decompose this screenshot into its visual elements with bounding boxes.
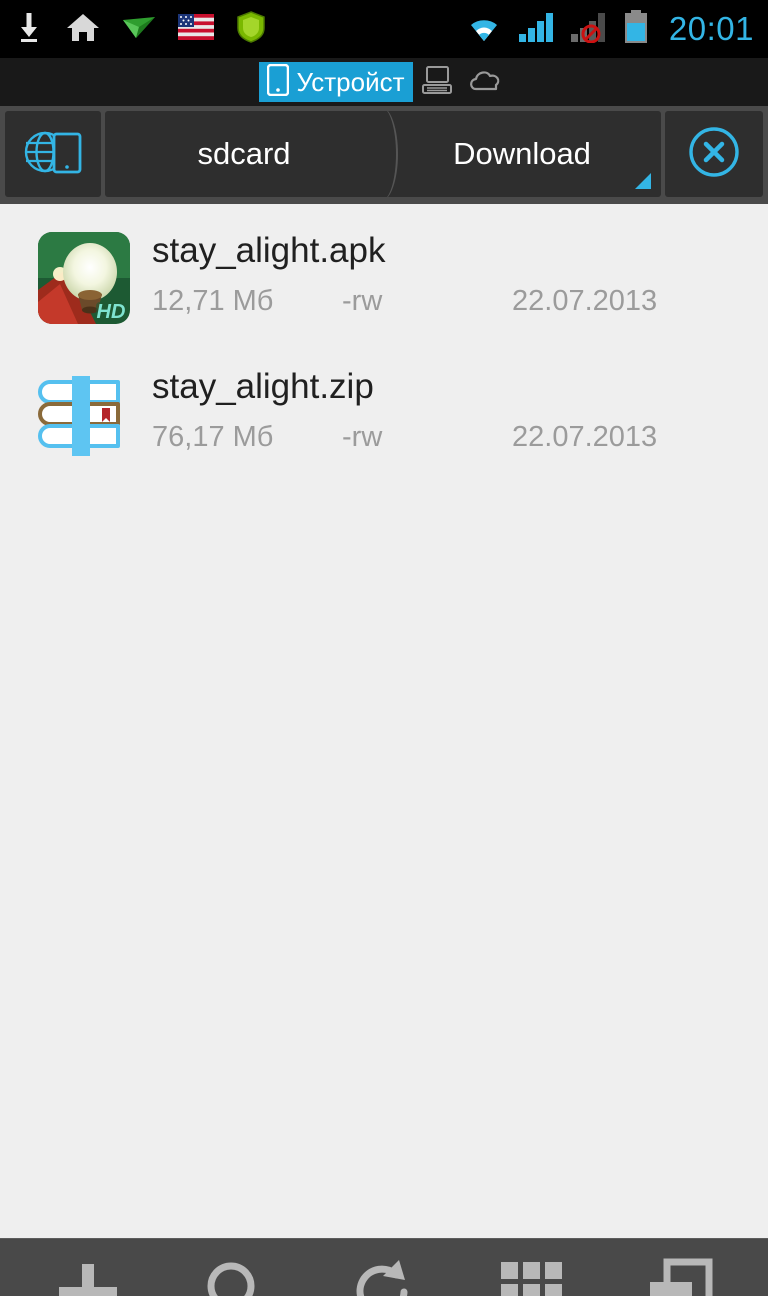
file-size: 12,71 Мб: [152, 285, 274, 317]
status-bar-right-icons: 20:01: [463, 9, 754, 49]
signal-sim2-disabled-icon: [569, 11, 611, 48]
breadcrumb-item-sdcard[interactable]: sdcard: [105, 111, 383, 197]
breadcrumb-label: sdcard: [197, 136, 291, 171]
locations-button[interactable]: [5, 111, 101, 197]
tab-device-label: Устройст: [296, 67, 405, 97]
search-button[interactable]: [181, 1247, 291, 1296]
file-name: stay_alight.zip: [152, 367, 374, 406]
refresh-button[interactable]: [329, 1247, 439, 1296]
us-flag-icon: [178, 13, 214, 45]
apk-app-icon: HD: [36, 230, 132, 326]
home-icon: [66, 11, 100, 48]
file-manager-screen: 20:01 Устройст sdcard Download HD stay_a…: [0, 0, 768, 1296]
grid-icon: [499, 1260, 565, 1296]
view-mode-button[interactable]: [477, 1247, 587, 1296]
tab-device[interactable]: Устройст: [259, 62, 413, 102]
file-details: stay_alight.zip 76,17 Мб -rw 22.07.2013: [132, 364, 746, 458]
refresh-icon: [347, 1256, 421, 1296]
breadcrumb: sdcard Download: [105, 111, 661, 197]
tab-computer[interactable]: [420, 65, 454, 99]
download-icon: [14, 11, 44, 48]
search-icon: [199, 1256, 273, 1296]
file-row[interactable]: HD stay_alight.apk 12,71 Мб -rw 22.07.20…: [0, 216, 768, 352]
tab-bar: Устройст: [0, 58, 768, 106]
svg-text:HD: HD: [97, 301, 126, 323]
battery-icon: [623, 9, 649, 49]
signal-sim1-icon: [517, 11, 557, 48]
breadcrumb-label: Download: [453, 136, 591, 171]
file-meta: 12,71 Мб -rw 22.07.2013: [152, 280, 746, 322]
status-bar: 20:01: [0, 0, 768, 58]
file-details: stay_alight.apk 12,71 Мб -rw 22.07.2013: [132, 228, 746, 322]
shield-icon: [236, 10, 266, 48]
tabs-button[interactable]: [625, 1247, 735, 1296]
computer-icon: [421, 65, 453, 100]
file-list: HD stay_alight.apk 12,71 Мб -rw 22.07.20…: [0, 204, 768, 1238]
windows-icon: [645, 1258, 715, 1296]
bottom-toolbar: [0, 1238, 768, 1296]
path-bar: sdcard Download: [0, 106, 768, 204]
status-clock: 20:01: [668, 10, 754, 47]
file-size: 76,17 Мб: [152, 421, 274, 453]
breadcrumb-item-download[interactable]: Download: [383, 111, 661, 197]
wifi-icon: [463, 11, 505, 48]
paper-plane-icon: [122, 12, 156, 47]
close-circle-icon: [685, 123, 743, 186]
file-permissions: -rw: [342, 285, 383, 317]
file-permissions: -rw: [342, 421, 383, 453]
cloud-icon: [467, 67, 503, 98]
close-tab-button[interactable]: [665, 111, 763, 197]
globe-device-icon: [23, 125, 83, 184]
file-date: 22.07.2013: [512, 285, 658, 317]
file-row[interactable]: stay_alight.zip 76,17 Мб -rw 22.07.2013: [0, 352, 768, 488]
plus-icon: [51, 1256, 125, 1296]
status-bar-left-icons: [14, 10, 266, 48]
new-button[interactable]: [33, 1247, 143, 1296]
file-meta: 76,17 Мб -rw 22.07.2013: [152, 416, 746, 458]
file-date: 22.07.2013: [512, 421, 658, 453]
current-folder-marker-icon: [635, 173, 651, 189]
file-name: stay_alight.apk: [152, 231, 386, 270]
tab-cloud[interactable]: [468, 65, 502, 99]
archive-books-icon: [36, 366, 132, 462]
phone-icon: [267, 63, 290, 101]
